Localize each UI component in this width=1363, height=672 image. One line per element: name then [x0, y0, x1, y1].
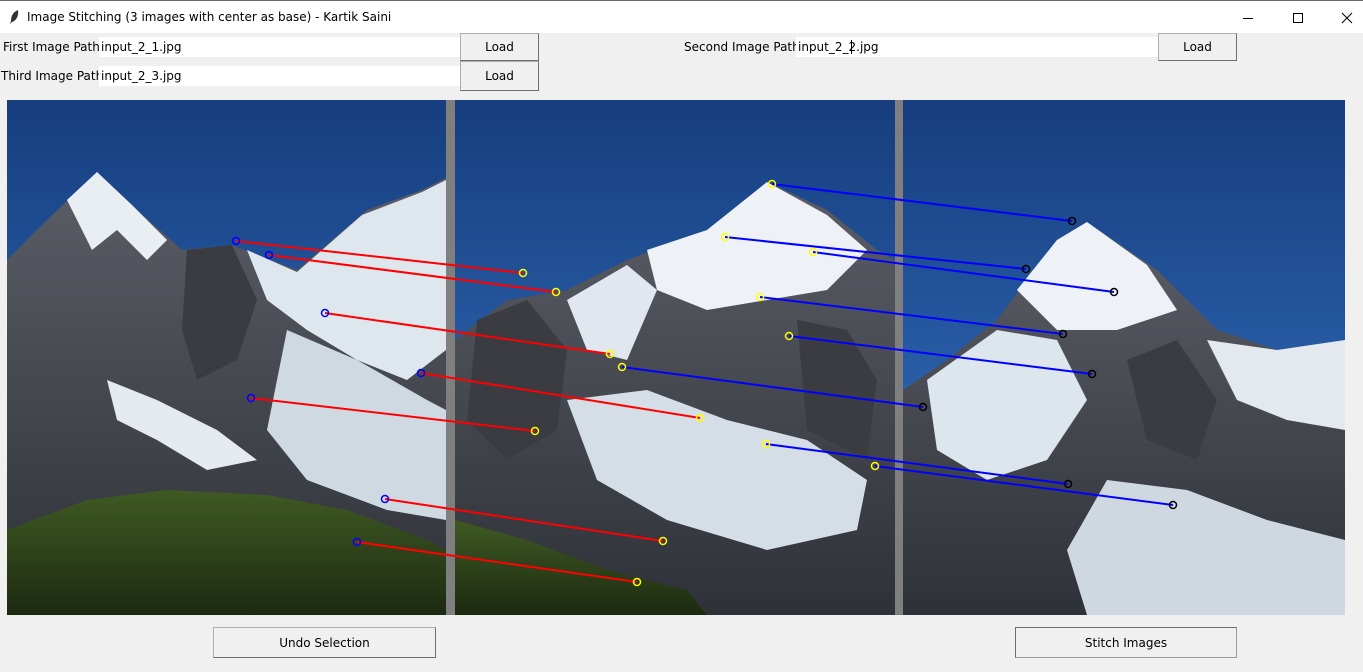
undo-selection-button[interactable]: Undo Selection [213, 627, 436, 658]
left-image [7, 100, 446, 615]
load-second-button[interactable]: Load [1158, 33, 1237, 61]
first-image-path-label: First Image Path [3, 40, 100, 54]
stitching-canvas-drawing[interactable] [7, 100, 1345, 615]
load-third-button[interactable]: Load [460, 61, 539, 91]
maximize-icon [1293, 12, 1303, 23]
right-image [903, 100, 1345, 615]
window-title: Image Stitching (3 images with center as… [27, 10, 392, 24]
minimize-icon [1243, 17, 1253, 19]
title-bar[interactable]: Image Stitching (3 images with center as… [0, 0, 1363, 33]
separator-left [446, 100, 455, 615]
image-canvas[interactable] [7, 100, 1345, 615]
first-image-path-input[interactable] [99, 37, 460, 57]
minimize-button[interactable] [1225, 1, 1271, 34]
close-button[interactable] [1324, 1, 1363, 34]
third-image-path-input[interactable] [99, 66, 460, 86]
stitch-images-button[interactable]: Stitch Images [1015, 627, 1237, 658]
second-image-path-label: Second Image Path [684, 40, 800, 54]
third-image-path-label: Third Image Path [1, 69, 104, 83]
separator-right [895, 100, 903, 615]
load-first-button[interactable]: Load [460, 33, 539, 61]
maximize-button[interactable] [1275, 1, 1321, 34]
center-image [455, 100, 895, 615]
close-icon [1341, 12, 1353, 23]
text-cursor [851, 40, 852, 54]
feather-icon [10, 10, 19, 24]
